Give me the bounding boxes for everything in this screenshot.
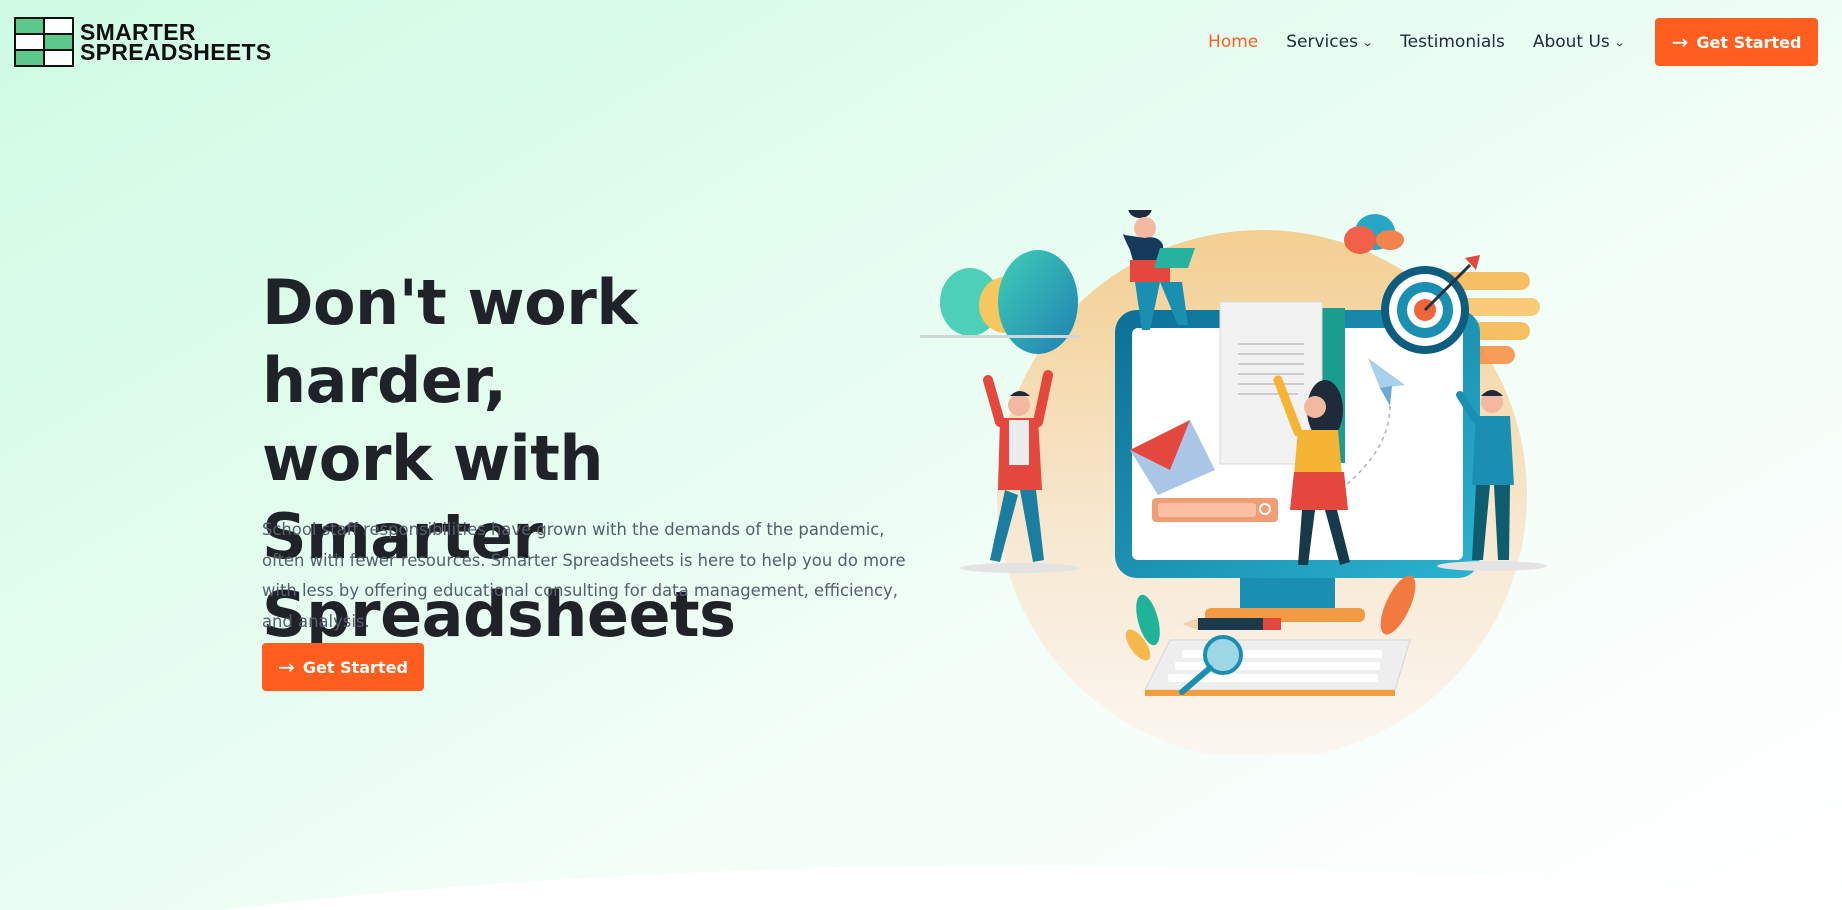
header-get-started-label: Get Started: [1696, 32, 1802, 52]
nav-home-label: Home: [1208, 32, 1259, 52]
hero-title-line1: Don't work harder,: [262, 266, 638, 417]
header-get-started-button[interactable]: → Get Started: [1655, 18, 1818, 66]
nav-about-us-label: About Us: [1532, 32, 1610, 52]
hero-get-started-label: Get Started: [302, 657, 408, 677]
nav-testimonials[interactable]: Testimonials: [1400, 32, 1505, 52]
bushes-left: [920, 250, 1080, 354]
hero-description: School staff responsibilities have grown…: [262, 520, 906, 631]
bush-top-right: [1344, 214, 1404, 254]
hero-get-started-button[interactable]: → Get Started: [262, 643, 424, 691]
chevron-down-icon: ⌄: [1361, 35, 1374, 49]
site-header: SMARTER SPREADSHEETS Home Services ⌄ Tes…: [0, 0, 1842, 84]
section-divider-wave: [220, 865, 1842, 910]
arrow-right-icon: →: [1671, 30, 1689, 54]
nav-services[interactable]: Services ⌄: [1286, 32, 1374, 52]
nav-about-us[interactable]: About Us ⌄: [1532, 32, 1626, 52]
main-nav: Home Services ⌄ Testimonials About Us ⌄ …: [1180, 18, 1818, 66]
brand-name-line2: SPREADSHEETS: [80, 39, 272, 65]
nav-services-label: Services: [1286, 32, 1358, 52]
arrow-right-icon: →: [278, 655, 295, 679]
pencil-icon: [1182, 618, 1281, 630]
hero-illustration: [920, 210, 1547, 755]
brand-name: SMARTER SPREADSHEETS: [80, 21, 272, 65]
nav-testimonials-label: Testimonials: [1400, 32, 1505, 52]
chevron-down-icon: ⌄: [1613, 35, 1626, 49]
search-bar-graphic: [1152, 498, 1278, 522]
brand-logo[interactable]: SMARTER SPREADSHEETS: [14, 17, 271, 67]
spreadsheet-grid-icon: [14, 17, 74, 67]
nav-home[interactable]: Home: [1208, 32, 1258, 52]
